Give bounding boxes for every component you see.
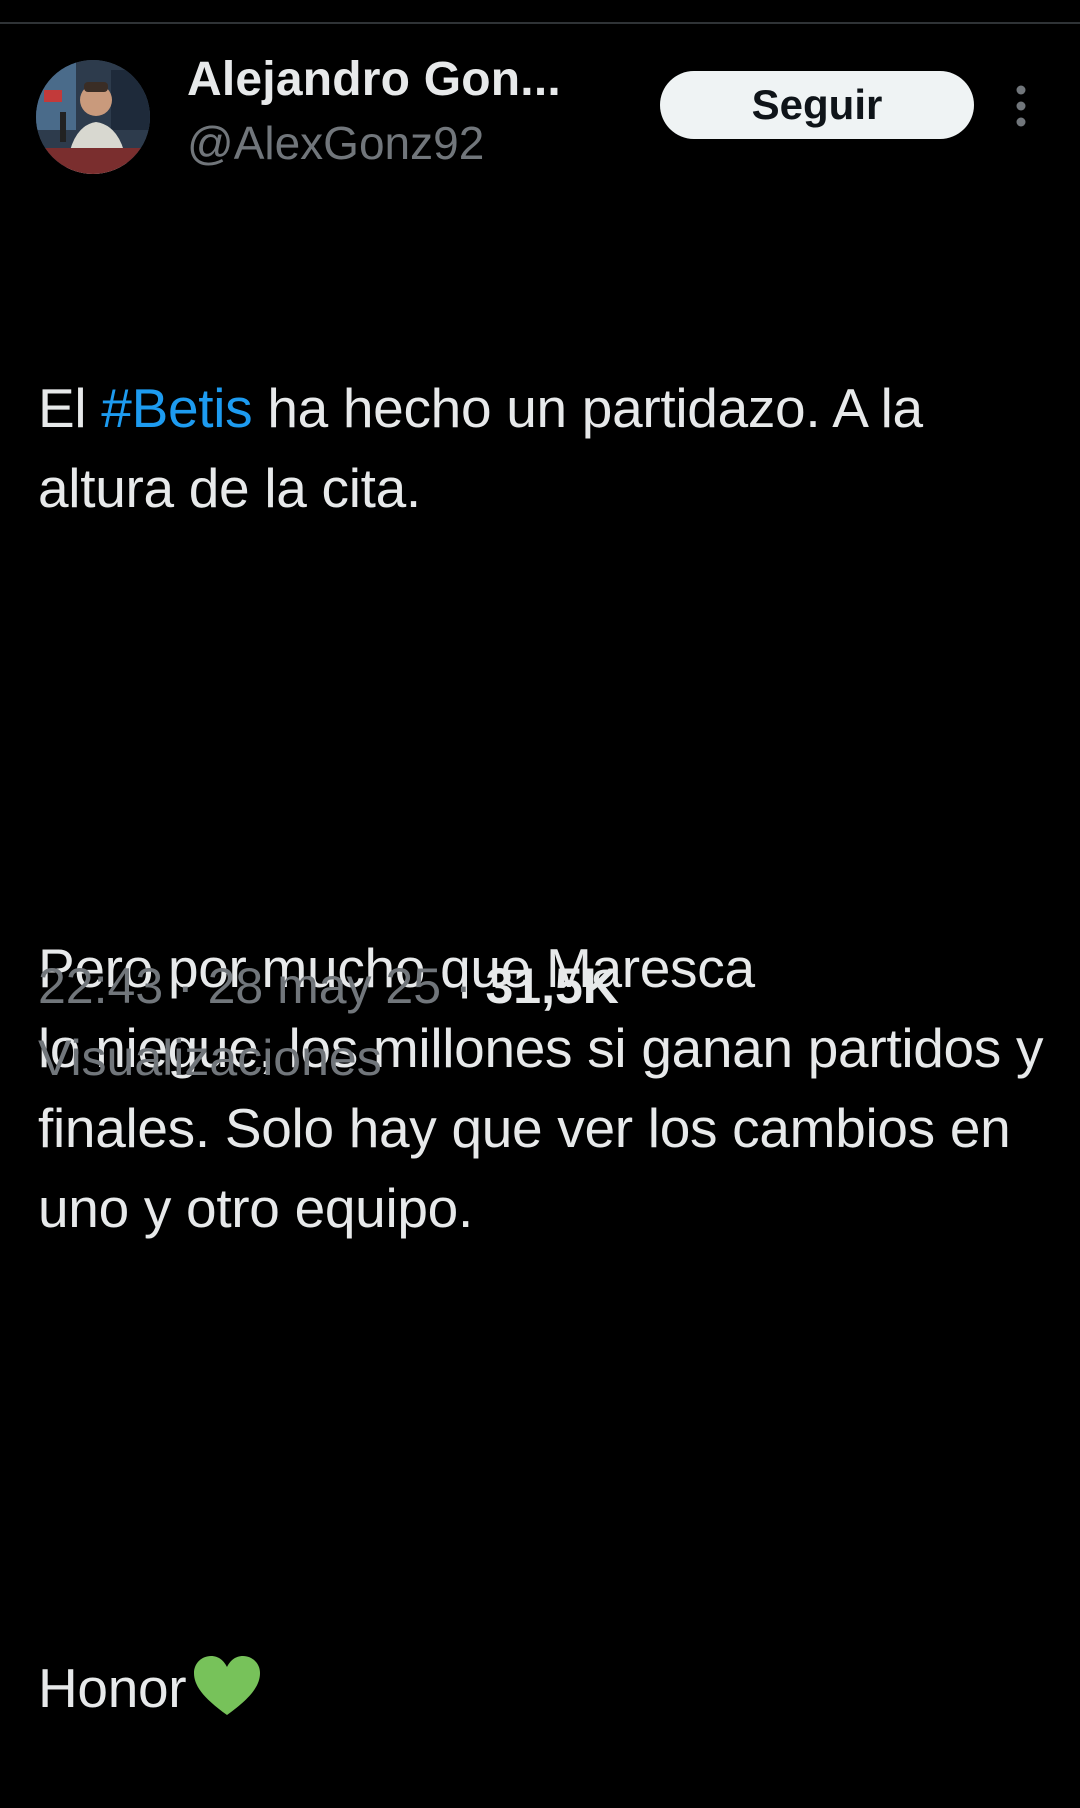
tweet-date[interactable]: 28 may 25 [208,958,441,1014]
views-label[interactable]: Visualizaciones [38,1030,382,1086]
top-divider [0,0,1080,24]
meta-separator: · [163,958,208,1014]
follow-button[interactable]: Seguir [660,71,974,139]
views-count[interactable]: 31,5K [485,958,618,1014]
more-options-button[interactable] [1006,82,1036,130]
green-heart-icon [194,1656,261,1715]
hashtag-link[interactable]: #Betis [101,377,252,439]
avatar[interactable] [36,60,150,174]
tweet-paragraph-1: El #Betis ha hecho un partidazo. A la al… [38,368,1048,528]
author-display-name[interactable]: Alejandro Gon... [187,52,561,107]
tweet-text-prefix: El [38,377,102,439]
meta-separator: · [441,958,486,1014]
more-vertical-icon [1016,85,1026,127]
tweet-meta: 22:43 · 28 may 25 · 31,5K Visualizaciones [38,950,1038,1094]
tweet-paragraph-3: Honor [38,1648,1048,1728]
tweet-time[interactable]: 22:43 [38,958,163,1014]
avatar-image [36,60,150,174]
tweet-paragraph-3-text: Honor [38,1657,187,1719]
author-handle[interactable]: @AlexGonz92 [187,116,484,170]
